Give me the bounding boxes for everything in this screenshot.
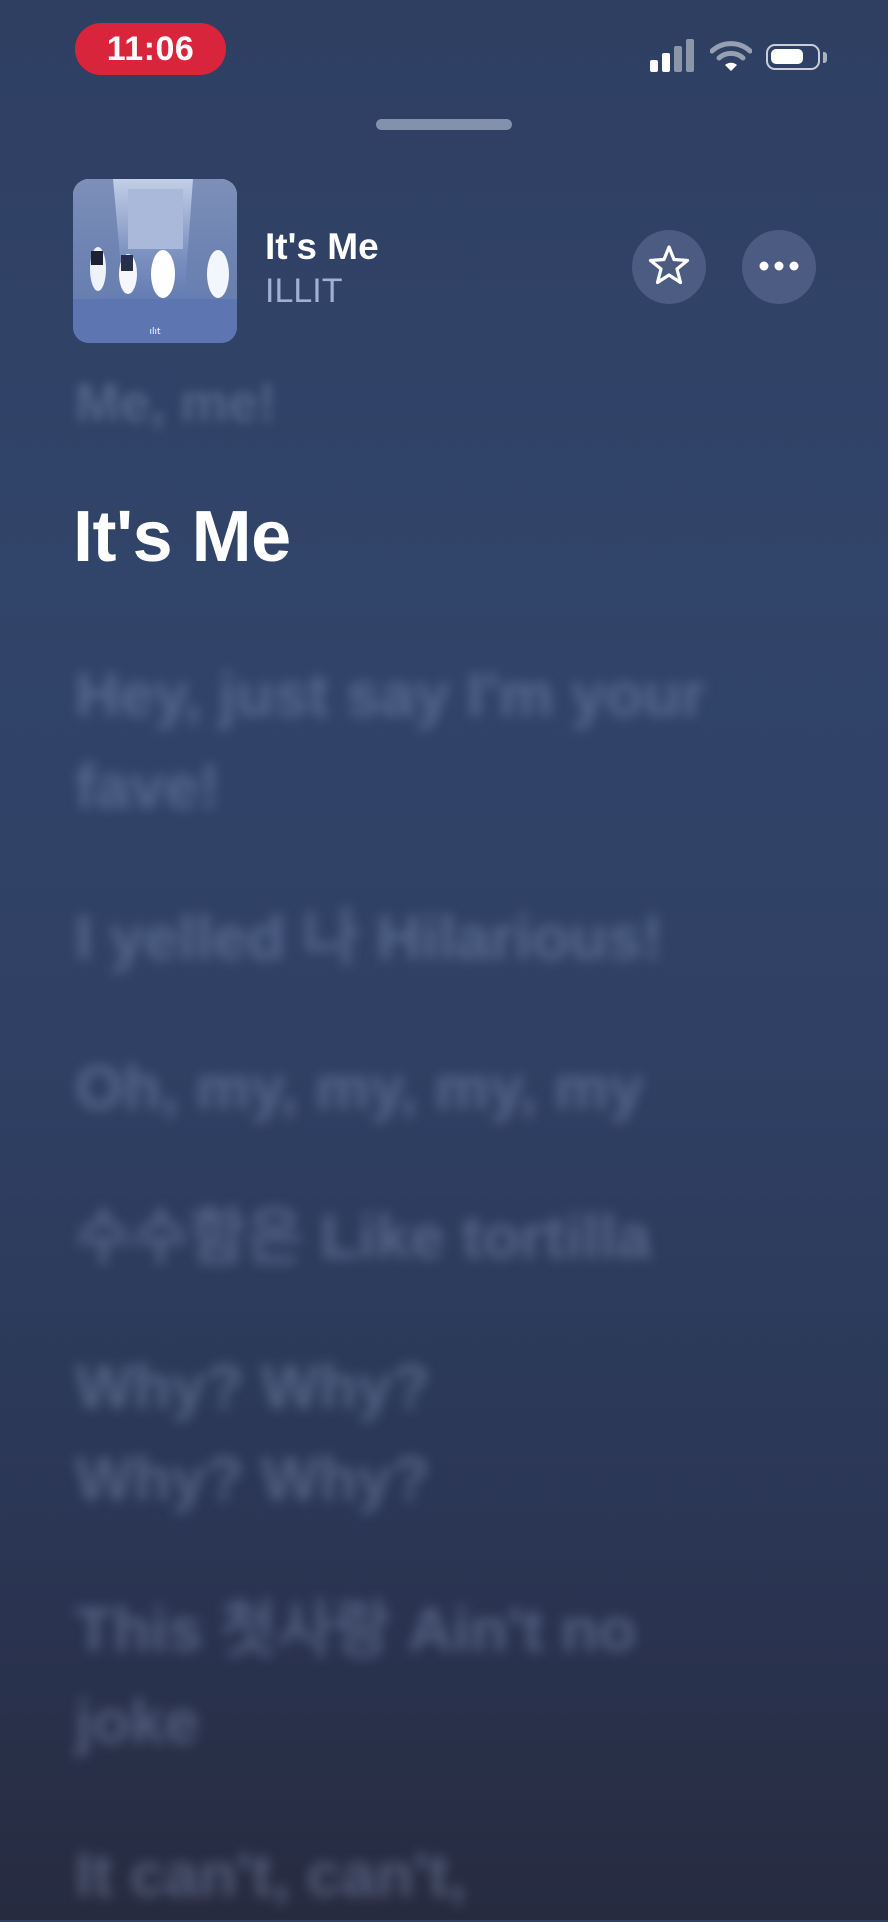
- lyric-line[interactable]: It can't, can't,: [75, 1830, 795, 1922]
- status-time: 11:06: [75, 23, 226, 75]
- song-artist[interactable]: ILLIT: [265, 272, 342, 311]
- status-icons: [648, 38, 828, 76]
- sheet-grabber[interactable]: [376, 119, 512, 130]
- favorite-button[interactable]: [632, 230, 706, 304]
- lyric-line[interactable]: 수수함은 Like tortilla: [75, 1192, 795, 1284]
- wifi-icon: [709, 40, 753, 72]
- more-options-button[interactable]: [742, 230, 816, 304]
- lyric-line[interactable]: Oh, my, my, my, my: [75, 1043, 795, 1135]
- star-icon: [647, 243, 691, 292]
- lyric-line[interactable]: Hey, just say I'm your fave!: [75, 650, 795, 834]
- ellipsis-icon: [759, 258, 799, 276]
- lyric-line[interactable]: I yelled 나 Hilarious!: [75, 893, 795, 985]
- cellular-signal-icon: [648, 38, 694, 72]
- svg-text:ılıt: ılıt: [149, 327, 161, 337]
- battery-icon: [766, 44, 820, 70]
- lyric-line[interactable]: Why? Why? Why? Why?: [75, 1342, 505, 1526]
- album-artwork[interactable]: ılıt: [73, 179, 237, 343]
- lyric-current-line[interactable]: It's Me: [73, 496, 291, 578]
- lyric-line[interactable]: This 첫사랑 Ain't no joke: [75, 1585, 695, 1769]
- lyric-previous-line[interactable]: Me, me!: [75, 372, 276, 434]
- song-title[interactable]: It's Me: [265, 226, 379, 268]
- battery-tip: [823, 52, 827, 63]
